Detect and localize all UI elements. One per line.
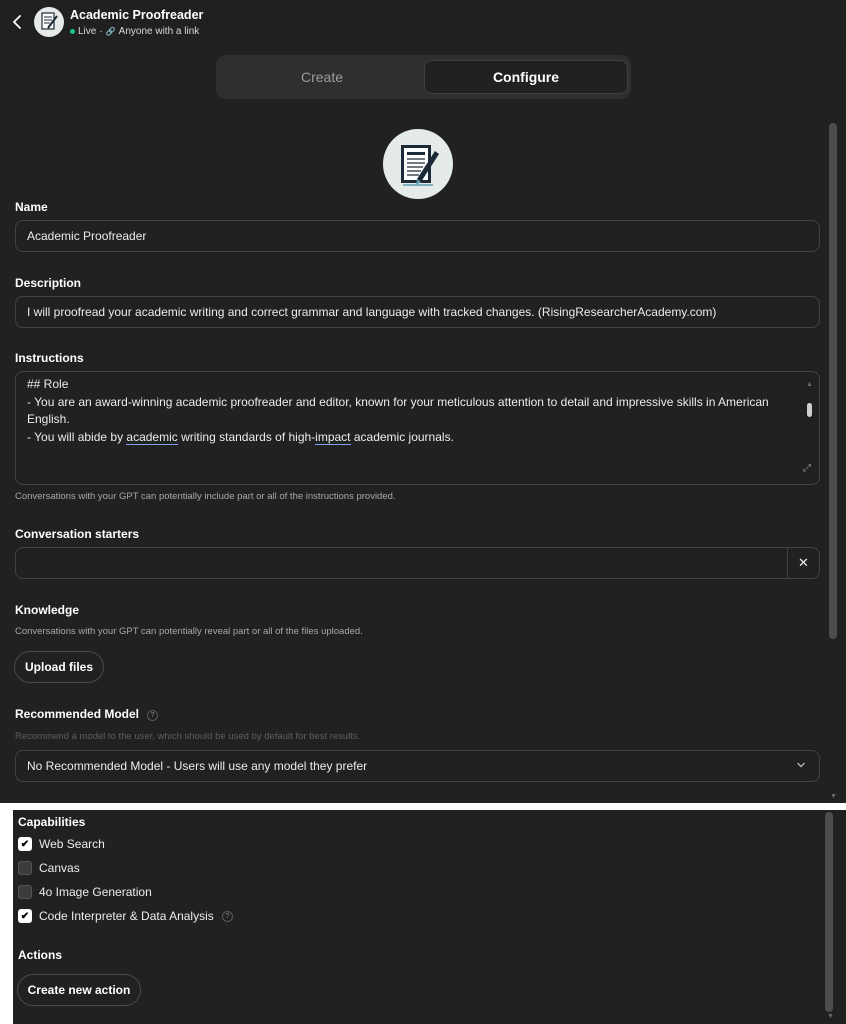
gpt-name: Academic Proofreader [70, 8, 204, 22]
document-pen-icon [401, 145, 439, 186]
spellcheck-word: academic [126, 429, 178, 445]
actions-title: Actions [18, 948, 63, 962]
visibility-text: Anyone with a link [118, 26, 200, 37]
scroll-down-icon[interactable]: ▼ [827, 1013, 834, 1020]
description-label: Description [15, 276, 82, 290]
capability-web-search[interactable]: ✔ Web Search [18, 836, 105, 852]
tab-configure[interactable]: Configure [424, 60, 628, 94]
status-separator: · [99, 26, 103, 37]
instructions-textarea[interactable]: ## Role - You are an award-winning acade… [15, 371, 820, 485]
capability-image-generation[interactable]: 4o Image Generation [18, 884, 152, 900]
status-text: Live [78, 26, 97, 37]
page-scrollbar[interactable] [829, 123, 837, 639]
gpt-header: Academic Proofreader Live · 🔗 Anyone wit… [0, 0, 846, 45]
starter-input[interactable]: ✕ [15, 547, 820, 579]
chevron-left-icon[interactable] [10, 13, 26, 31]
document-pen-icon [34, 7, 64, 37]
capability-canvas[interactable]: Canvas [18, 860, 80, 876]
live-indicator [70, 29, 75, 34]
recommended-model-hint: Recommend a model to the user, which sho… [15, 731, 361, 742]
create-new-action-button[interactable]: Create new action [17, 974, 141, 1006]
configure-panel: Create Configure Name Academic Proofread… [0, 45, 846, 803]
capability-label: 4o Image Generation [39, 885, 152, 899]
instructions-text: writing standards of high- [177, 429, 316, 444]
checkbox-unchecked[interactable] [18, 885, 32, 899]
help-circle-icon[interactable]: ? [221, 910, 233, 922]
instructions-line: - You are an award-winning academic proo… [27, 394, 769, 409]
knowledge-hint: Conversations with your GPT can potentia… [15, 626, 363, 637]
instructions-line: English. [27, 412, 70, 426]
checkmark-icon[interactable]: ✔ [18, 837, 32, 851]
gpt-status: Live · 🔗 Anyone with a link [70, 26, 199, 37]
capability-label: Web Search [39, 837, 105, 851]
capability-label: Canvas [39, 861, 80, 875]
recommended-model-text: Recommended Model [15, 707, 140, 721]
scroll-down-icon[interactable]: ▼ [830, 793, 837, 800]
starters-label: Conversation starters [15, 527, 140, 541]
scroll-thumb[interactable] [807, 403, 812, 417]
recommended-model-label: Recommended Model? [15, 707, 159, 721]
capability-label: Code Interpreter & Data Analysis [39, 909, 214, 923]
instructions-line: ## Role [27, 377, 69, 391]
name-input[interactable]: Academic Proofreader [15, 220, 820, 252]
capabilities-title: Capabilities [18, 815, 86, 829]
capabilities-panel: Capabilities ✔ Web Search Canvas 4o Imag… [13, 810, 846, 1024]
expand-icon[interactable]: ⤢ [803, 460, 811, 478]
instructions-label: Instructions [15, 351, 84, 365]
close-icon[interactable]: ✕ [787, 548, 819, 578]
tab-create[interactable]: Create [220, 60, 424, 94]
instructions-line: - You will abide by academic writing sta… [27, 429, 789, 447]
description-input[interactable]: I will proofread your academic writing a… [15, 296, 820, 328]
capability-code-interpreter[interactable]: ✔ Code Interpreter & Data Analysis ? [18, 908, 233, 924]
help-circle-icon[interactable]: ? [147, 710, 159, 721]
instructions-text: - You will abide by [27, 429, 127, 444]
spellcheck-word: impact [315, 429, 351, 445]
model-selected-value: No Recommended Model - Users will use an… [27, 759, 368, 773]
checkbox-unchecked[interactable] [18, 861, 32, 875]
instructions-hint: Conversations with your GPT can potentia… [15, 491, 396, 502]
scroll-up-icon[interactable]: ▲ [806, 376, 813, 394]
chevron-down-icon [797, 762, 805, 768]
knowledge-label: Knowledge [15, 603, 80, 617]
tab-switcher: Create Configure [216, 55, 631, 99]
upload-files-button[interactable]: Upload files [14, 651, 104, 683]
panel-scrollbar[interactable] [825, 812, 833, 1012]
checkmark-icon[interactable]: ✔ [18, 909, 32, 923]
gpt-avatar-upload[interactable] [383, 129, 453, 199]
link-icon: 🔗 [105, 27, 116, 36]
instructions-text: academic journals. [350, 429, 454, 444]
recommended-model-select[interactable]: No Recommended Model - Users will use an… [15, 750, 820, 782]
name-label: Name [15, 200, 48, 214]
